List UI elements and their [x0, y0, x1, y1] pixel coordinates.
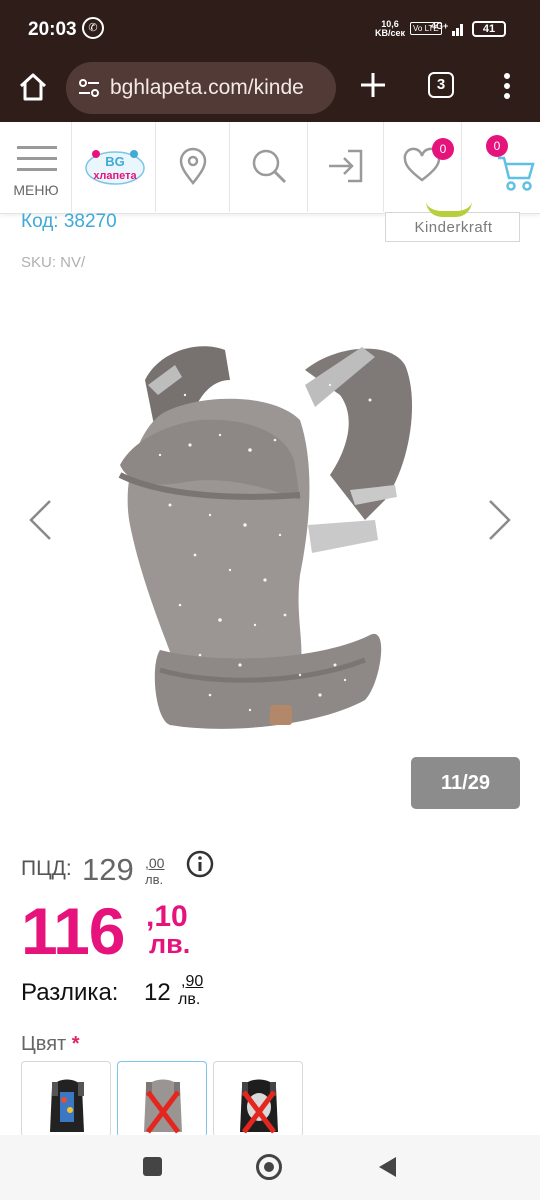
diff-main: 12 [144, 979, 171, 1006]
swatch-grey-stars[interactable] [117, 1061, 207, 1137]
battery-icon: 41 [472, 21, 506, 37]
system-nav-bar [0, 1135, 540, 1200]
info-icon[interactable] [186, 850, 214, 878]
location-pin-icon [179, 147, 207, 186]
svg-text:хлапета: хлапета [93, 170, 137, 182]
brand-logo[interactable]: Kinderkraft [385, 211, 520, 242]
hamburger-icon [17, 146, 57, 171]
wishlist-badge: 0 [432, 138, 454, 160]
gallery-counter: 11/29 [411, 757, 520, 809]
address-bar[interactable]: bghlapeta.com/kinde [66, 62, 336, 114]
site-logo: BG хлапета [85, 150, 145, 185]
diff-cents: ,90 [181, 973, 204, 990]
cart-icon [498, 156, 535, 191]
color-swatches [21, 1061, 321, 1137]
color-label-text: Цвят [21, 1033, 67, 1055]
diff-label: Разлика: [21, 979, 119, 1006]
swatch-image [144, 1079, 182, 1134]
rrp-currency: лв. [145, 872, 164, 887]
net-speed-unit: KB/сек [375, 28, 406, 38]
more-options-icon[interactable] [494, 70, 520, 102]
back-icon[interactable] [376, 1155, 398, 1179]
url-text[interactable]: bghlapeta.com/kinde [110, 76, 330, 100]
cart-button[interactable]: 0 [462, 122, 540, 212]
required-mark: * [71, 1033, 80, 1055]
swatch-image [240, 1079, 278, 1134]
cart-badge: 0 [486, 135, 508, 157]
rrp-label: ПЦД: [21, 857, 72, 880]
site-settings-icon[interactable] [78, 78, 100, 98]
status-bar: 20:03 ✆ 10,6 KB/сек Vo LTE 4G+ 41 [0, 0, 540, 56]
product-sku: SKU: NV/ [21, 254, 86, 271]
store-locator-button[interactable] [156, 122, 230, 212]
brand-name: Kinderkraft [414, 219, 493, 236]
brand-logo-arc [426, 201, 472, 217]
login-icon [329, 149, 363, 183]
tab-switcher-button[interactable]: 3 [428, 72, 454, 98]
swatch-black-multicolor[interactable] [21, 1061, 111, 1137]
recent-apps-icon[interactable] [143, 1157, 162, 1176]
rrp-main: 129 [82, 852, 134, 887]
home-nav-dot [264, 1162, 274, 1172]
price-currency: лв. [149, 929, 191, 959]
signal-icon [452, 24, 463, 36]
home-nav-icon[interactable] [256, 1154, 282, 1180]
new-tab-icon[interactable] [358, 70, 388, 100]
rrp-cents: ,00 [145, 855, 165, 871]
chevron-left-icon[interactable] [26, 498, 54, 542]
svg-text:BG: BG [105, 154, 125, 169]
browser-toolbar: bghlapeta.com/kinde 3 [0, 56, 540, 122]
swatch-image [50, 1079, 84, 1132]
site-logo-link[interactable]: BG хлапета [72, 122, 156, 212]
menu-button[interactable]: МЕНЮ [0, 122, 72, 212]
product-image[interactable] [100, 325, 440, 760]
search-icon [252, 149, 287, 184]
home-icon[interactable] [16, 70, 50, 104]
search-button[interactable] [230, 122, 308, 212]
swatch-black-white[interactable] [213, 1061, 303, 1137]
wishlist-button[interactable]: 0 [384, 122, 462, 212]
product-code: Код: 38270 [21, 211, 117, 232]
status-time: 20:03 [28, 19, 77, 40]
login-button[interactable] [308, 122, 384, 212]
menu-label: МЕНЮ [13, 182, 59, 198]
chevron-right-icon[interactable] [486, 498, 514, 542]
viber-icon: ✆ [82, 17, 104, 39]
color-label: Цвят * [21, 1033, 80, 1056]
net-speed: 10,6 KB/сек [375, 20, 405, 38]
diff-currency: лв. [178, 991, 201, 1008]
price-main: 116 [21, 894, 125, 968]
